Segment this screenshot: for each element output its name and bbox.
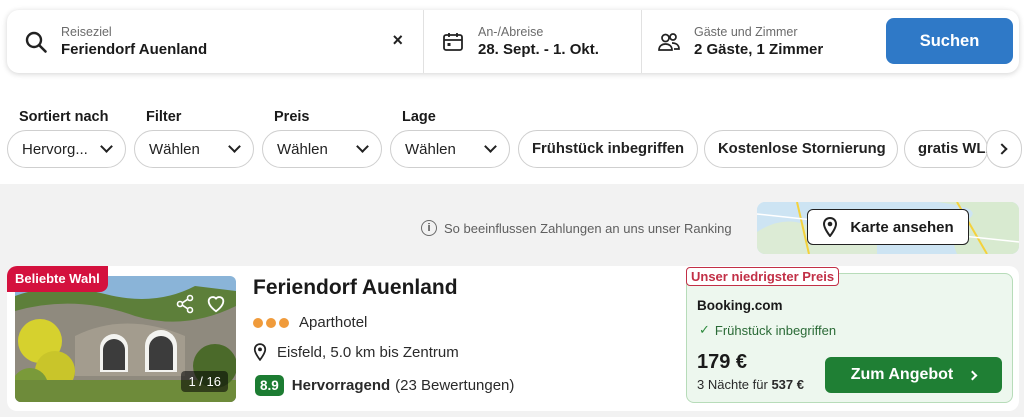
- lowest-price-badge: Unser niedrigster Preis: [686, 267, 840, 286]
- chip-free-wifi[interactable]: gratis WLAN: [904, 130, 988, 168]
- check-icon: ✓: [699, 322, 710, 337]
- total-price: 3 Nächte für 537 €: [697, 377, 804, 392]
- review-count: (23 Bewertungen): [395, 377, 515, 394]
- map-view-button[interactable]: Karte ansehen: [807, 209, 969, 245]
- price-value: Wählen: [277, 140, 328, 158]
- rating-word: Hervorragend: [291, 377, 391, 394]
- price-group: Preis Wählen: [262, 104, 382, 168]
- map-pin-icon: [823, 217, 838, 237]
- sort-dropdown[interactable]: Hervorg...: [7, 130, 126, 168]
- deal-feature-text: Frühstück inbegriffen: [714, 322, 837, 338]
- location-value: Wählen: [405, 140, 456, 158]
- guests-value: 2 Gäste, 1 Zimmer: [694, 40, 824, 58]
- nightly-price: 179 €: [697, 351, 748, 373]
- guests-icon: [656, 29, 682, 55]
- photo-counter: 1 / 16: [181, 371, 228, 392]
- sort-value: Hervorg...: [22, 140, 88, 158]
- chevron-down-icon: [228, 140, 241, 153]
- dates-field[interactable]: An-/Abreise 28. Sept. - 1. Okt.: [424, 10, 642, 73]
- chevron-right-icon: [996, 143, 1008, 155]
- chevron-down-icon: [484, 140, 497, 153]
- clear-destination-icon[interactable]: ×: [392, 30, 403, 51]
- deal-box[interactable]: Unser niedrigster Preis Booking.com ✓ Fr…: [686, 267, 1013, 403]
- rating-dot-icon: [279, 317, 289, 328]
- view-deal-button[interactable]: Zum Angebot: [825, 357, 1002, 393]
- property-type: Aparthotel: [299, 314, 368, 331]
- hotel-card[interactable]: Beliebte Wahl 1 / 16 Feriendorf Auenland…: [7, 266, 1019, 411]
- destination-label: Reiseziel: [61, 24, 112, 39]
- review-summary[interactable]: 8.9 Hervorragend (23 Bewertungen): [255, 375, 514, 396]
- hotel-class: Aparthotel: [253, 314, 367, 331]
- dates-value: 28. Sept. - 1. Okt.: [478, 40, 599, 58]
- search-button[interactable]: Suchen: [886, 18, 1013, 64]
- chip-breakfast[interactable]: Frühstück inbegriffen: [518, 130, 698, 168]
- search-icon: [23, 29, 49, 55]
- sort-group: Sortiert nach Hervorg...: [7, 104, 126, 168]
- hotel-name[interactable]: Feriendorf Auenland: [253, 276, 458, 300]
- heart-icon[interactable]: [205, 292, 227, 314]
- guests-field[interactable]: Gäste und Zimmer 2 Gäste, 1 Zimmer: [642, 10, 882, 73]
- filter-group: Filter Wählen: [134, 104, 254, 168]
- results-area: i So beeinflussen Zahlungen an uns unser…: [0, 184, 1024, 417]
- destination-value: Feriendorf Auenland: [61, 40, 208, 58]
- hotel-location[interactable]: Eisfeld, 5.0 km bis Zentrum: [253, 343, 459, 361]
- rating-dot-icon: [266, 317, 276, 328]
- share-icon[interactable]: [175, 294, 195, 314]
- chevron-down-icon: [100, 140, 113, 153]
- location-group: Lage Wählen: [390, 104, 510, 168]
- chevron-down-icon: [356, 140, 369, 153]
- location-pin-icon: [253, 343, 267, 361]
- chip-free-cancellation[interactable]: Kostenlose Stornierung: [704, 130, 898, 168]
- nights-text: 3 Nächte für: [697, 377, 768, 392]
- location-dropdown[interactable]: Wählen: [390, 130, 510, 168]
- map-preview[interactable]: Karte ansehen: [757, 202, 1019, 254]
- view-deal-label: Zum Angebot: [850, 366, 954, 383]
- filter-dropdown[interactable]: Wählen: [134, 130, 254, 168]
- rating-dot-icon: [253, 317, 263, 328]
- location-text: Eisfeld, 5.0 km bis Zentrum: [277, 343, 459, 361]
- info-icon: i: [421, 220, 437, 236]
- review-score: 8.9: [255, 375, 284, 396]
- price-dropdown[interactable]: Wählen: [262, 130, 382, 168]
- price-label: Preis: [274, 109, 310, 125]
- ranking-text: So beeinflussen Zahlungen an uns unser R…: [444, 220, 732, 236]
- popular-badge: Beliebte Wahl: [7, 266, 108, 292]
- hotel-photo[interactable]: 1 / 16: [15, 276, 236, 402]
- location-label: Lage: [402, 109, 436, 125]
- guests-label: Gäste und Zimmer: [694, 24, 798, 39]
- map-button-label: Karte ansehen: [850, 218, 954, 236]
- filter-value: Wählen: [149, 140, 200, 158]
- sort-label: Sortiert nach: [19, 109, 109, 125]
- dates-label: An-/Abreise: [478, 24, 544, 39]
- destination-field[interactable]: Reiseziel Feriendorf Auenland ×: [7, 10, 424, 73]
- filter-bar: Sortiert nach Hervorg... Filter Wählen P…: [0, 104, 1024, 174]
- ranking-notice[interactable]: i So beeinflussen Zahlungen an uns unser…: [421, 220, 732, 236]
- provider-name: Booking.com: [697, 298, 783, 313]
- filter-label: Filter: [146, 109, 182, 125]
- chips-next-button[interactable]: [986, 130, 1022, 168]
- total-amount: 537 €: [771, 377, 804, 392]
- deal-feature: ✓ Frühstück inbegriffen: [699, 322, 836, 338]
- search-bar: Reiseziel Feriendorf Auenland × An-/Abre…: [7, 10, 1019, 73]
- chevron-right-icon: [967, 370, 978, 380]
- calendar-icon: [440, 29, 466, 55]
